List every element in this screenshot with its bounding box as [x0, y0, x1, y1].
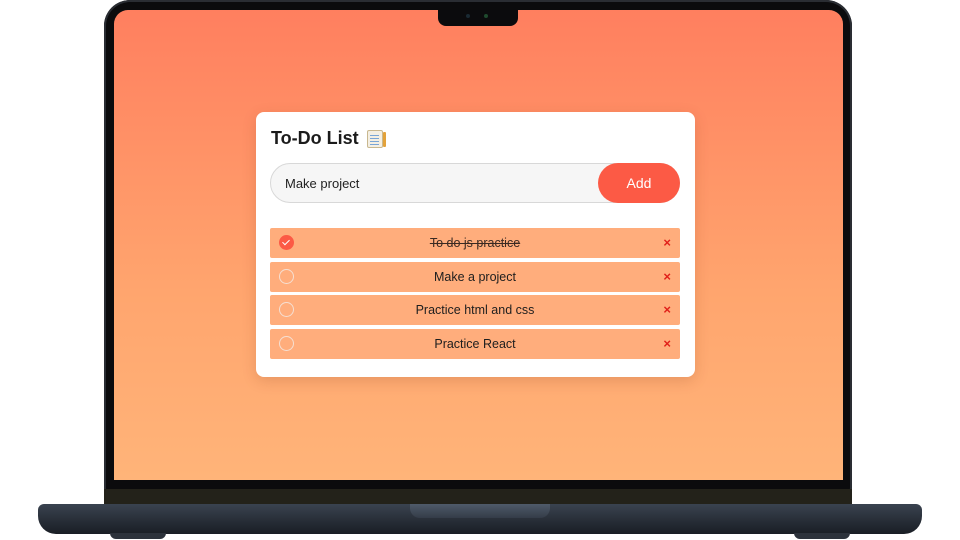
task-item[interactable]: Practice html and css ×	[270, 295, 680, 326]
camera-notch	[438, 8, 518, 26]
laptop-base-lip	[410, 504, 550, 518]
task-list: To do js practice × Make a project × Practic…	[270, 228, 680, 362]
task-input-row: Add	[270, 163, 680, 203]
todo-card: To-Do List Add To do js practice×Make a …	[256, 112, 695, 377]
add-button[interactable]: Add	[598, 163, 680, 203]
laptop-hinge	[104, 489, 852, 505]
unchecked-circle-icon[interactable]	[279, 302, 294, 318]
laptop-foot-left	[110, 533, 166, 539]
task-text: To do js practice	[429, 236, 521, 250]
delete-icon[interactable]: ×	[663, 303, 671, 317]
camera-icon	[466, 14, 470, 18]
task-item[interactable]: To do js practice ×	[270, 228, 680, 258]
task-input[interactable]	[285, 164, 585, 202]
page-title: To-Do List	[271, 128, 359, 148]
notepad-icon	[366, 129, 386, 148]
task-text: Make a project	[434, 269, 516, 284]
laptop-foot-right	[794, 533, 850, 539]
delete-icon[interactable]: ×	[663, 269, 671, 284]
task-item[interactable]: Practice React ×	[270, 328, 680, 359]
task-item[interactable]: Make a project ×	[270, 261, 680, 292]
delete-icon[interactable]: ×	[663, 236, 671, 250]
unchecked-circle-icon[interactable]	[279, 268, 294, 284]
checked-circle-icon[interactable]	[279, 235, 294, 250]
unchecked-circle-icon[interactable]	[279, 335, 294, 351]
laptop-frame: To-Do List Add To do js practice×Make a …	[0, 0, 960, 540]
task-text: Practice React	[434, 336, 516, 351]
title-row: To-Do List	[271, 128, 386, 149]
camera-indicator-icon	[484, 14, 488, 18]
task-text: Practice html and css	[415, 303, 535, 318]
delete-icon[interactable]: ×	[663, 336, 671, 351]
